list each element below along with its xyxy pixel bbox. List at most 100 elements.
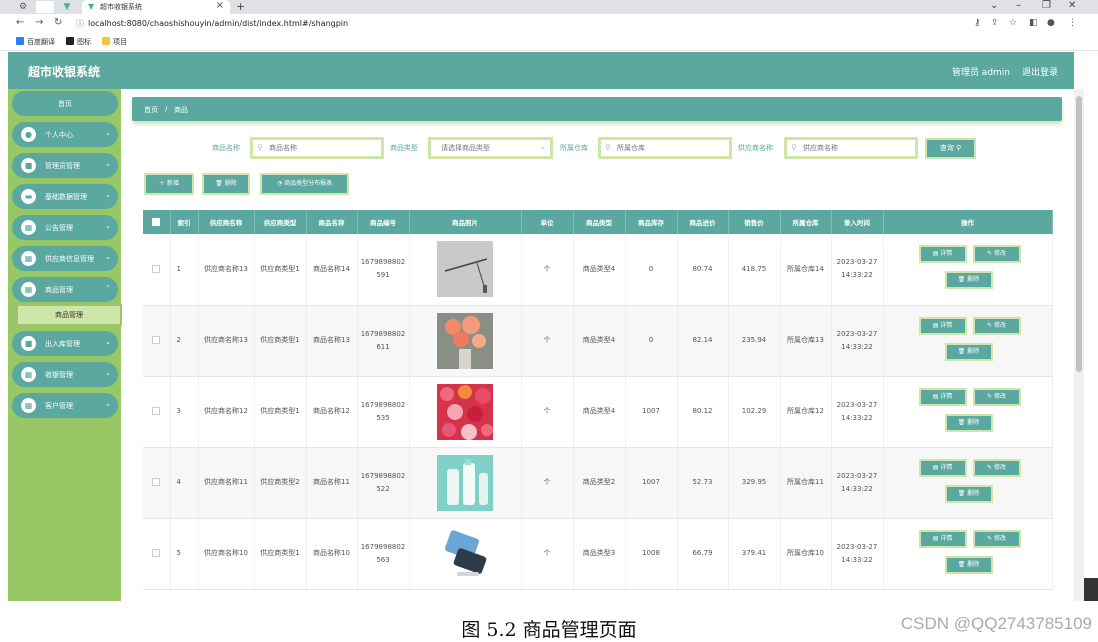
close-window-icon[interactable]: ✕ — [1068, 0, 1076, 11]
branch-photo[interactable] — [437, 241, 493, 298]
type-filter-select[interactable] — [428, 137, 553, 159]
edit-button[interactable]: ✎ 修改 — [972, 387, 1021, 406]
detail-button[interactable]: ▤ 详情 — [918, 387, 967, 406]
detail-button[interactable]: ▤ 详情 — [918, 529, 967, 548]
table-row: 1 供应商名称13 供应商类型1 商品名称14 1679898802591 个 … — [143, 234, 1053, 306]
warehouse-filter-label: 所属仓库 — [560, 144, 588, 152]
type-filter-label: 商品类型 — [390, 144, 418, 152]
phone-photo[interactable] — [437, 525, 493, 582]
bottles-photo[interactable] — [437, 454, 493, 511]
sidebar-subitem-goods-manage[interactable]: 商品管理 — [16, 304, 122, 326]
sidebar-item-supplier[interactable]: ▦ 供应商信息管理 ⌄ — [12, 246, 118, 271]
bookmark-icons[interactable]: 图标 — [66, 37, 91, 47]
col-cost: 商品进价 — [677, 210, 729, 234]
tab-list-icon[interactable] — [36, 1, 54, 13]
col-type: 商品类型 — [573, 210, 626, 234]
restore-icon[interactable]: ❐ — [1042, 0, 1051, 11]
name-filter-input[interactable] — [250, 137, 384, 159]
roses-photo[interactable] — [437, 383, 493, 440]
delete-button[interactable]: 🗑 删除 — [202, 173, 250, 195]
row-checkbox[interactable] — [143, 447, 171, 519]
flowers-photo[interactable] — [437, 312, 493, 369]
vue-icon: ▼ — [63, 2, 71, 12]
database-icon: ▬ — [21, 189, 36, 204]
info-icon[interactable]: ⓘ — [76, 18, 84, 29]
edit-button[interactable]: ✎ 修改 — [972, 316, 1021, 335]
sidebar-item-inout[interactable]: ■ 出入库管理 ⌄ — [12, 331, 118, 356]
row-delete-button[interactable]: 🗑 删除 — [944, 555, 993, 574]
query-button[interactable]: 查询 ⚲ — [925, 138, 976, 159]
sidebar-item-cashier[interactable]: ▦ 收银管理 ⌄ — [12, 362, 118, 387]
supplier-filter-input[interactable] — [784, 137, 918, 159]
key-icon[interactable]: ⚷ — [974, 18, 981, 28]
col-warehouse: 所属仓库 — [780, 210, 832, 234]
trash-icon: 🗑 — [957, 560, 966, 568]
chevron-down-icon: ⌄ — [105, 191, 111, 199]
sidebar: 首页 ● 个人中心 ⌄ ■ 管理员管理 ⌄ ▬ 基础数据管理 ⌄ ▦ 公告管理 … — [8, 89, 122, 601]
row-delete-button[interactable]: 🗑 删除 — [944, 342, 993, 361]
chevron-down-icon: ⌄ — [105, 338, 111, 346]
breadcrumb-home[interactable]: 首页 — [144, 105, 158, 115]
edit-button[interactable]: ✎ 修改 — [972, 529, 1021, 548]
edit-button[interactable]: ✎ 修改 — [972, 245, 1021, 264]
col-time: 录入时间 — [831, 210, 884, 234]
chevron-down-icon: ⌄ — [540, 143, 546, 151]
sidebar-item-notice[interactable]: ▦ 公告管理 ⌄ — [12, 215, 118, 240]
chevron-down-icon[interactable]: ⌄ — [990, 0, 998, 11]
col-unit: 单位 — [521, 210, 574, 234]
edit-button[interactable]: ✎ 修改 — [972, 458, 1021, 477]
row-delete-button[interactable]: 🗑 删除 — [944, 271, 993, 290]
vue-icon: ▼ — [88, 2, 95, 11]
sidebar-item-home[interactable]: 首页 — [12, 91, 118, 116]
warehouse-filter-input[interactable] — [598, 137, 732, 159]
trash-icon: 🗑 — [215, 180, 223, 187]
col-price: 销售价 — [728, 210, 781, 234]
sidebar-item-personal[interactable]: ● 个人中心 ⌄ — [12, 122, 118, 147]
select-all-checkbox[interactable] — [143, 210, 171, 234]
pencil-icon: ✎ — [987, 321, 993, 329]
scrollbar-thumb[interactable] — [1076, 96, 1082, 372]
sidebar-item-customer[interactable]: ▦ 客户管理 ⌄ — [12, 393, 118, 418]
col-operation: 操作 — [883, 210, 1053, 234]
add-button[interactable]: ＋ 新增 — [144, 173, 194, 195]
col-index: 索引 — [170, 210, 199, 234]
row-checkbox[interactable] — [143, 518, 171, 590]
browser-menu-icon[interactable]: ⚙ — [16, 1, 30, 13]
close-icon[interactable]: × — [216, 0, 224, 11]
bookmark-project[interactable]: 项目 — [102, 37, 127, 47]
reload-icon[interactable]: ↻ — [54, 17, 62, 28]
chevron-down-icon: ⌄ — [105, 400, 111, 408]
grid-icon: ▦ — [21, 220, 36, 235]
col-code: 商品编号 — [357, 210, 410, 234]
chart-report-button[interactable]: ◔ 商品类型分布报表 — [260, 173, 349, 195]
bookmark-baidu[interactable]: 百度翻译 — [16, 37, 55, 47]
sidebar-item-admin[interactable]: ■ 管理员管理 ⌄ — [12, 153, 118, 178]
more-icon[interactable]: ⋮ — [1068, 18, 1077, 28]
trash-icon: 🗑 — [957, 276, 966, 284]
url-field[interactable]: localhost:8080/chaoshishouyin/admin/dist… — [88, 19, 348, 28]
detail-button[interactable]: ▤ 详情 — [918, 245, 967, 264]
minimize-icon[interactable]: – — [1016, 0, 1021, 11]
logout-link[interactable]: 退出登录 — [1022, 65, 1058, 78]
new-tab-icon[interactable]: + — [236, 0, 245, 13]
detail-button[interactable]: ▤ 详情 — [918, 316, 967, 335]
browser-tab[interactable]: ▼ 超市收银系统 × — [82, 0, 230, 14]
star-icon[interactable]: ☆ — [1009, 18, 1017, 28]
col-photo: 商品照片 — [409, 210, 522, 234]
sidebar-item-goods[interactable]: ▦ 商品管理 ⌃ — [12, 277, 118, 302]
row-checkbox[interactable] — [143, 376, 171, 448]
detail-button[interactable]: ▤ 详情 — [918, 458, 967, 477]
doc-icon: ▤ — [932, 321, 939, 329]
row-checkbox[interactable] — [143, 234, 171, 306]
forward-icon[interactable]: → — [35, 17, 43, 28]
sidebar-item-basedata[interactable]: ▬ 基础数据管理 ⌄ — [12, 184, 118, 209]
row-delete-button[interactable]: 🗑 删除 — [944, 413, 993, 432]
trash-icon: 🗑 — [957, 418, 966, 426]
briefcase-icon: ■ — [21, 158, 36, 173]
share-icon[interactable]: ⇪ — [991, 18, 999, 28]
profile-icon[interactable]: ● — [1047, 18, 1055, 28]
row-checkbox[interactable] — [143, 305, 171, 377]
row-delete-button[interactable]: 🗑 删除 — [944, 484, 993, 503]
back-icon[interactable]: ← — [16, 17, 24, 28]
sidepanel-icon[interactable]: ◧ — [1029, 18, 1038, 28]
